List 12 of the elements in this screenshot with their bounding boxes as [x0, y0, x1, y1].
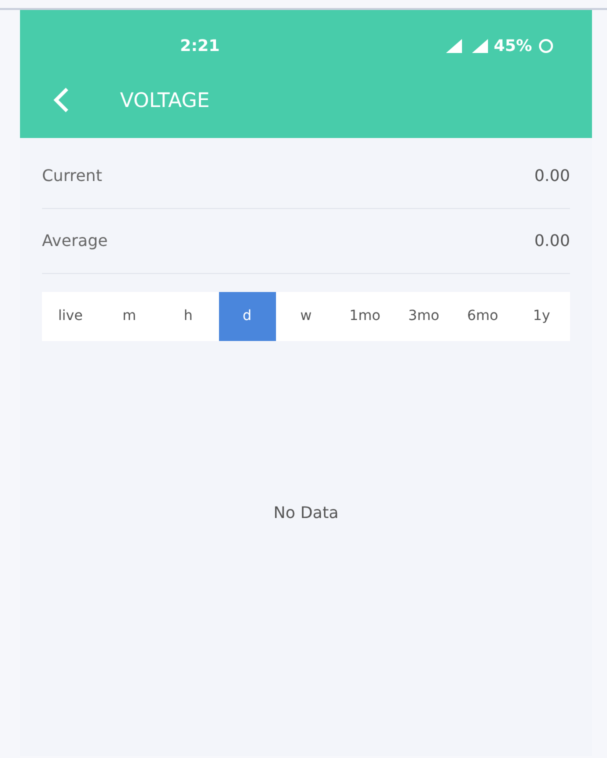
stat-label: Average [42, 230, 108, 252]
battery-icon [538, 38, 554, 54]
stat-label: Current [42, 165, 102, 187]
page-title: VOLTAGE [120, 87, 210, 114]
no-data-message: No Data [273, 502, 339, 524]
battery-percent: 45% [494, 35, 532, 57]
status-time: 2:21 [180, 35, 220, 57]
back-icon[interactable] [52, 87, 70, 113]
stat-value: 0.00 [534, 165, 570, 187]
signal-icon [446, 39, 462, 53]
range-tab[interactable]: d [218, 292, 276, 341]
stat-value: 0.00 [534, 230, 570, 252]
